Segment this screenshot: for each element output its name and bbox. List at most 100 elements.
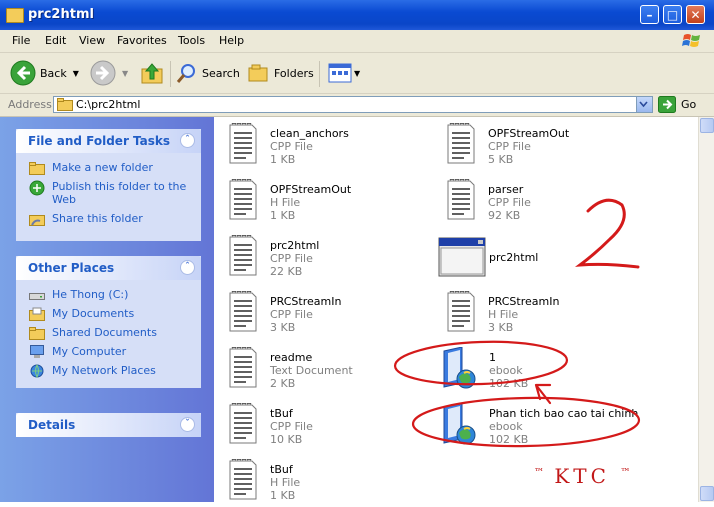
- folders-label: Folders: [274, 66, 314, 80]
- text-document-icon: [229, 347, 257, 388]
- file-item[interactable]: tBuf CPP File 10 KB: [226, 401, 436, 451]
- file-item[interactable]: Phan tich bao cao tai chinh ebook 102 KB: [438, 401, 648, 451]
- details-header[interactable]: Details ˇ: [16, 413, 201, 437]
- place-my-documents[interactable]: My Documents: [16, 307, 201, 321]
- my-computer-icon: [30, 345, 44, 358]
- file-item[interactable]: tBuf H File 1 KB: [226, 457, 436, 507]
- h-file-icon: [229, 459, 257, 500]
- cpp-file-icon: [229, 403, 257, 444]
- title-bar[interactable]: prc2html – □ ✕: [0, 0, 714, 30]
- search-button[interactable]: Search: [176, 60, 240, 86]
- cpp-file-icon: [229, 123, 257, 164]
- minimize-button[interactable]: –: [640, 5, 659, 24]
- cpp-file-icon: [229, 291, 257, 332]
- h-file-icon: [229, 179, 257, 220]
- address-label: Address: [8, 98, 52, 111]
- file-item[interactable]: OPFStreamOut CPP File 5 KB: [444, 121, 654, 171]
- ebook-icon: [443, 403, 476, 445]
- toolbar: Back ▼ ▼ Search Folders ▼: [0, 53, 714, 94]
- share-folder-icon: [29, 215, 45, 226]
- file-folder-tasks-header[interactable]: File and Folder Tasks ˆ: [16, 129, 201, 153]
- go-label: Go: [681, 98, 697, 111]
- file-item[interactable]: prc2html: [438, 233, 648, 283]
- views-dropdown-icon: ▼: [354, 68, 361, 78]
- publish-web-icon: [29, 180, 45, 196]
- back-dropdown-icon[interactable]: ▼: [73, 69, 79, 78]
- address-bar: Address C:\prc2html Go: [0, 94, 714, 117]
- folder-icon: [57, 98, 73, 111]
- views-button[interactable]: ▼: [328, 60, 360, 86]
- file-item[interactable]: PRCStreamIn H File 3 KB: [444, 289, 654, 339]
- folders-button[interactable]: Folders: [248, 60, 314, 86]
- back-label: Back: [40, 66, 67, 80]
- file-item[interactable]: OPFStreamOut H File 1 KB: [226, 177, 436, 227]
- h-file-icon: [447, 291, 475, 332]
- my-documents-icon: [29, 307, 45, 321]
- details-panel: Details ˇ: [16, 413, 201, 437]
- menu-favorites[interactable]: Favorites: [117, 34, 167, 47]
- application-icon: [438, 237, 486, 277]
- menu-help[interactable]: Help: [219, 34, 244, 47]
- file-item[interactable]: clean_anchors CPP File 1 KB: [226, 121, 436, 171]
- back-arrow-icon: [10, 60, 36, 86]
- menu-file[interactable]: File: [12, 34, 30, 47]
- menu-tools[interactable]: Tools: [178, 34, 205, 47]
- task-publish-web[interactable]: Publish this folder to the Web: [16, 180, 201, 206]
- cpp-file-icon: [229, 235, 257, 276]
- file-list-pane: clean_anchors CPP File 1 KB OPFStreamOut…: [214, 117, 698, 502]
- menu-edit[interactable]: Edit: [45, 34, 66, 47]
- other-places-panel: Other Places ˆ He Thong (C:) My Document…: [16, 256, 201, 388]
- task-make-new-folder[interactable]: Make a new folder: [16, 161, 201, 175]
- place-he-thong-drive[interactable]: He Thong (C:): [16, 288, 201, 301]
- search-icon: [176, 64, 195, 83]
- address-dropdown-icon[interactable]: [636, 97, 652, 112]
- up-folder-button[interactable]: [140, 60, 164, 86]
- back-button[interactable]: Back ▼: [10, 60, 79, 86]
- up-folder-icon: [141, 63, 163, 84]
- file-item[interactable]: 1 ebook 102 KB: [438, 345, 648, 395]
- collapse-icon[interactable]: ˆ: [180, 260, 195, 275]
- scroll-up-button[interactable]: [700, 118, 714, 133]
- task-pane: File and Folder Tasks ˆ Make a new folde…: [0, 117, 214, 502]
- maximize-button[interactable]: □: [663, 5, 682, 24]
- place-shared-documents[interactable]: Shared Documents: [16, 326, 201, 340]
- panel-title: File and Folder Tasks: [28, 134, 171, 148]
- task-share-folder[interactable]: Share this folder: [16, 212, 201, 226]
- file-item[interactable]: prc2html CPP File 22 KB: [226, 233, 436, 283]
- windows-logo-icon: [682, 34, 700, 47]
- close-button[interactable]: ✕: [686, 5, 705, 24]
- address-input[interactable]: C:\prc2html: [53, 96, 653, 113]
- hard-drive-icon: [29, 293, 45, 300]
- window-title: prc2html: [28, 7, 94, 22]
- new-folder-icon: [29, 162, 45, 175]
- other-places-header[interactable]: Other Places ˆ: [16, 256, 201, 280]
- collapse-icon[interactable]: ˆ: [180, 133, 195, 148]
- file-folder-tasks-panel: File and Folder Tasks ˆ Make a new folde…: [16, 129, 201, 241]
- place-my-computer[interactable]: My Computer: [16, 345, 201, 358]
- scroll-down-button[interactable]: [700, 486, 714, 501]
- search-label: Search: [202, 66, 240, 80]
- vertical-scrollbar[interactable]: [698, 117, 714, 502]
- menu-view[interactable]: View: [79, 34, 105, 47]
- folder-icon: [6, 8, 24, 23]
- expand-icon[interactable]: ˇ: [180, 417, 195, 432]
- views-icon: [328, 63, 352, 83]
- file-item[interactable]: parser CPP File 92 KB: [444, 177, 654, 227]
- cpp-file-icon: [447, 179, 475, 220]
- ebook-icon: [443, 347, 476, 389]
- shared-documents-icon: [29, 327, 45, 340]
- go-arrow-icon: [658, 96, 676, 113]
- go-button[interactable]: Go: [658, 96, 696, 113]
- forward-dropdown-icon[interactable]: ▼: [122, 69, 128, 78]
- panel-title: Details: [28, 418, 76, 432]
- file-item[interactable]: readme Text Document 2 KB: [226, 345, 436, 395]
- panel-title: Other Places: [28, 261, 115, 275]
- place-my-network-places[interactable]: My Network Places: [16, 364, 201, 378]
- menu-bar: File Edit View Favorites Tools Help: [0, 30, 714, 53]
- file-item[interactable]: PRCStreamIn CPP File 3 KB: [226, 289, 436, 339]
- cpp-file-icon: [447, 123, 475, 164]
- ktc-watermark: ™ KTC ™: [534, 464, 631, 488]
- folders-icon: [248, 64, 268, 82]
- forward-button[interactable]: ▼: [90, 60, 128, 86]
- address-value: C:\prc2html: [76, 98, 141, 111]
